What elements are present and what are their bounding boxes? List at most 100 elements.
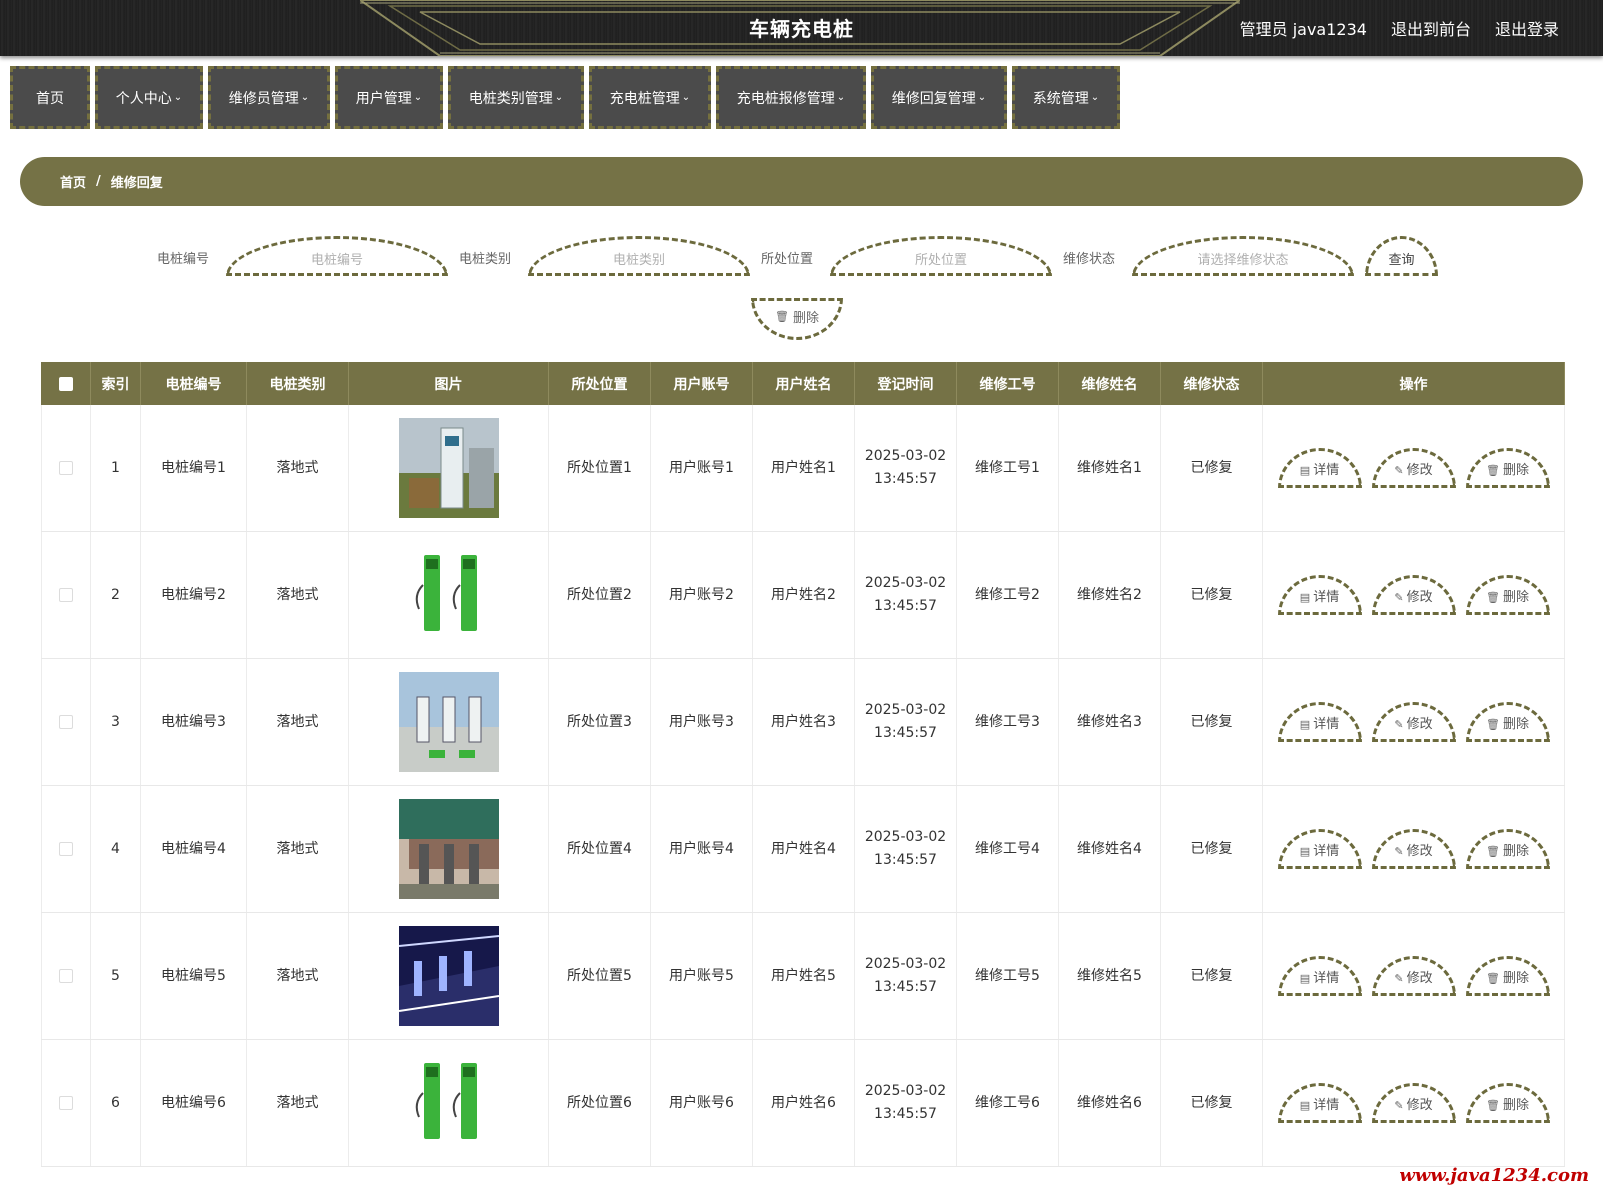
nav-item-pile-type-mgmt[interactable]: 电桩类别管理 ⌄ [448, 66, 584, 129]
detail-button[interactable]: ▤ 详情 [1277, 829, 1362, 869]
detail-button[interactable]: ▤ 详情 [1277, 448, 1362, 488]
pencil-icon: ✎ [1394, 590, 1404, 604]
admin-label: 管理员 java1234 [1239, 20, 1367, 39]
detail-label: 详情 [1313, 970, 1340, 986]
detail-label: 详情 [1313, 589, 1340, 605]
row-checkbox[interactable] [59, 969, 73, 983]
trash-icon: 🗑 [1486, 590, 1500, 604]
detail-button[interactable]: ▤ 详情 [1277, 1083, 1362, 1123]
nav-item-repairman-mgmt[interactable]: 维修员管理 ⌄ [208, 66, 330, 129]
logout-link[interactable]: 退出登录 [1495, 16, 1559, 40]
cell-actions: ▤ 详情 ✎ 修改 🗑 删除 [1263, 786, 1565, 912]
register-date: 2025-03-02 [864, 702, 947, 718]
nav-item-repair-reply-mgmt[interactable]: 维修回复管理 ⌄ [871, 66, 1007, 129]
trash-icon: 🗑 [1486, 1098, 1500, 1112]
row-checkbox[interactable] [59, 1096, 73, 1110]
cell-pile-type: 落地式 [247, 405, 349, 531]
cell-user-account: 用户账号2 [651, 532, 753, 658]
cell-location: 所处位置6 [549, 1040, 651, 1166]
header-user-account: 用户账号 [651, 362, 753, 405]
register-clock: 13:45:57 [874, 471, 937, 487]
select-all-checkbox[interactable] [58, 376, 73, 391]
cell-user-name: 用户姓名1 [753, 405, 855, 531]
row-checkbox[interactable] [59, 842, 73, 856]
cell-worker-name: 维修姓名5 [1059, 913, 1161, 1039]
pile-type-input[interactable]: 电桩类别 [528, 236, 750, 276]
edit-button[interactable]: ✎ 修改 [1371, 575, 1456, 615]
cell-user-name: 用户姓名3 [753, 659, 855, 785]
cell-actions: ▤ 详情 ✎ 修改 🗑 删除 [1263, 913, 1565, 1039]
cell-status: 已修复 [1161, 786, 1263, 912]
table-row: 1 电桩编号1 落地式 所处位置1 用户账号1 用户姓名1 2025-03-02 13:45:… [41, 405, 1565, 532]
edit-button[interactable]: ✎ 修改 [1371, 829, 1456, 869]
trash-icon: 🗑 [1486, 971, 1500, 985]
nav-item-repair-report-mgmt[interactable]: 充电桩报修管理 ⌄ [716, 66, 866, 129]
nav-label: 维修员管理 [228, 90, 299, 107]
delete-button[interactable]: 🗑 删除 [1465, 829, 1550, 869]
edit-button[interactable]: ✎ 修改 [1371, 956, 1456, 996]
pile-photo[interactable] [398, 545, 499, 645]
nav-item-pile-mgmt[interactable]: 充电桩管理 ⌄ [589, 66, 711, 129]
trash-icon: 🗑 [1486, 463, 1500, 477]
status-select[interactable]: 请选择维修状态 [1132, 236, 1354, 276]
nav-label: 个人中心 [115, 90, 172, 107]
register-clock: 13:45:57 [874, 725, 937, 741]
detail-label: 详情 [1313, 716, 1340, 732]
row-checkbox[interactable] [59, 588, 73, 602]
location-input[interactable]: 所处位置 [830, 236, 1052, 276]
delete-button[interactable]: 🗑 删除 [1465, 1083, 1550, 1123]
table-row: 2 电桩编号2 落地式 所处位置2 用户账号2 用户姓名2 2025-03-02 13:45:… [41, 532, 1565, 659]
delete-button[interactable]: 🗑 删除 [1465, 448, 1550, 488]
cell-user-name: 用户姓名2 [753, 532, 855, 658]
edit-label: 修改 [1406, 970, 1433, 986]
cell-register-time: 2025-03-02 13:45:57 [855, 913, 957, 1039]
table-row: 5 电桩编号5 落地式 所处位置5 用户账号5 用户姓名5 2025-03-02 13:45:… [41, 913, 1565, 1040]
edit-label: 修改 [1406, 462, 1433, 478]
pile-photo[interactable] [398, 1053, 499, 1153]
chevron-down-icon: ⌄ [1090, 92, 1100, 103]
register-clock: 13:45:57 [874, 852, 937, 868]
edit-label: 修改 [1406, 843, 1433, 859]
cell-location: 所处位置1 [549, 405, 651, 531]
chevron-down-icon: ⌄ [977, 92, 987, 103]
pile-no-input[interactable]: 电桩编号 [226, 236, 448, 276]
nav-item-system-mgmt[interactable]: 系统管理 ⌄ [1012, 66, 1120, 129]
document-icon: ▤ [1299, 463, 1311, 477]
nav-item-user-mgmt[interactable]: 用户管理 ⌄ [335, 66, 443, 129]
detail-button[interactable]: ▤ 详情 [1277, 956, 1362, 996]
query-button[interactable]: 查询 [1365, 236, 1438, 276]
delete-button[interactable]: 🗑 删除 [1465, 956, 1550, 996]
pile-photo[interactable] [398, 926, 499, 1026]
pencil-icon: ✎ [1394, 971, 1404, 985]
delete-button[interactable]: 🗑 删除 [1465, 702, 1550, 742]
cell-location: 所处位置2 [549, 532, 651, 658]
detail-button[interactable]: ▤ 详情 [1277, 575, 1362, 615]
cell-actions: ▤ 详情 ✎ 修改 🗑 删除 [1263, 532, 1565, 658]
row-checkbox[interactable] [59, 715, 73, 729]
edit-button[interactable]: ✎ 修改 [1371, 1083, 1456, 1123]
nav-item-home[interactable]: 首页 [10, 66, 90, 129]
cell-status: 已修复 [1161, 913, 1263, 1039]
delete-button[interactable]: 🗑 删除 [1465, 575, 1550, 615]
batch-delete-label: 删除 [792, 310, 819, 326]
detail-button[interactable]: ▤ 详情 [1277, 702, 1362, 742]
breadcrumb-home[interactable]: 首页 [60, 172, 86, 191]
nav-label: 维修回复管理 [891, 90, 976, 107]
batch-delete-button[interactable]: 🗑 删除 [751, 298, 843, 340]
cell-image [349, 659, 549, 785]
row-checkbox[interactable] [59, 461, 73, 475]
nav-item-personal-center[interactable]: 个人中心 ⌄ [95, 66, 203, 129]
pile-photo[interactable] [398, 672, 499, 772]
edit-label: 修改 [1406, 589, 1433, 605]
edit-button[interactable]: ✎ 修改 [1371, 702, 1456, 742]
cell-actions: ▤ 详情 ✎ 修改 🗑 删除 [1263, 659, 1565, 785]
pencil-icon: ✎ [1394, 463, 1404, 477]
edit-button[interactable]: ✎ 修改 [1371, 448, 1456, 488]
cell-status: 已修复 [1161, 532, 1263, 658]
register-date: 2025-03-02 [864, 829, 947, 845]
pile-photo[interactable] [398, 799, 499, 899]
pile-photo[interactable] [398, 418, 499, 518]
exit-to-front-link[interactable]: 退出到前台 [1391, 16, 1471, 40]
cell-pile-type: 落地式 [247, 913, 349, 1039]
row-select-cell [41, 786, 91, 912]
